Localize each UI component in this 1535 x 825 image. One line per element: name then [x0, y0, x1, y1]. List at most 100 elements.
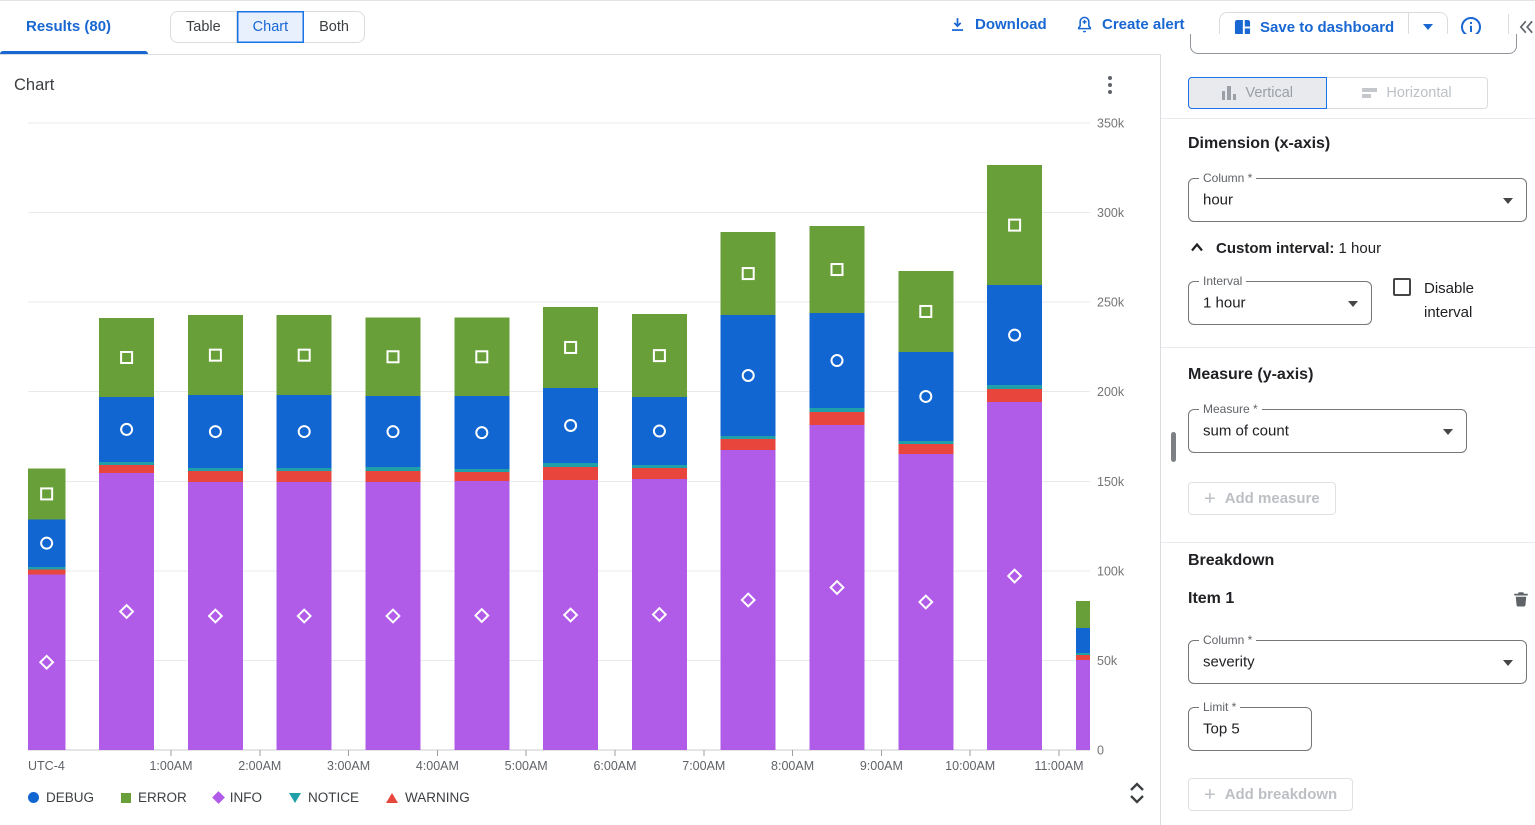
bar-segment-error[interactable] [454, 317, 509, 396]
bar-segment-debug[interactable] [99, 397, 154, 462]
bar-segment-notice[interactable] [366, 467, 421, 471]
breakdown-limit-label: Limit * [1199, 700, 1240, 714]
bar-segment-notice[interactable] [454, 469, 509, 472]
bar-segment-error[interactable] [898, 271, 953, 352]
bar-segment-warning[interactable] [99, 465, 154, 473]
bar-segment-warning[interactable] [721, 439, 776, 450]
bar-segment-error[interactable] [188, 315, 243, 395]
orientation-vertical-button[interactable]: Vertical [1188, 77, 1327, 109]
view-toggle-table[interactable]: Table [170, 11, 237, 43]
bar-segment-debug[interactable] [898, 352, 953, 441]
circle-legend-icon [28, 792, 39, 803]
legend-item-info[interactable]: INFO [214, 790, 262, 805]
legend-item-warning[interactable]: WARNING [386, 790, 470, 805]
breakdown-column-select[interactable]: Column * severity [1188, 640, 1527, 684]
bar-segment-error[interactable] [99, 318, 154, 397]
bar-segment-warning[interactable] [366, 471, 421, 482]
chart-type-field-clipped[interactable] [1190, 34, 1517, 54]
bar-segment-error[interactable] [987, 165, 1042, 285]
bar-segment-error[interactable] [366, 317, 421, 396]
bar-segment-notice[interactable] [898, 441, 953, 444]
bar-segment-info[interactable] [1076, 660, 1090, 750]
bar-segment-info[interactable] [366, 482, 421, 750]
bar-segment-notice[interactable] [632, 465, 687, 468]
breakdown-limit-field[interactable]: Limit * Top 5 [1188, 707, 1312, 751]
bar-segment-notice[interactable] [188, 468, 243, 471]
measure-select[interactable]: Measure * sum of count [1188, 409, 1467, 453]
breakdown-item-title: Item 1 [1188, 590, 1234, 608]
collapse-panel-icon[interactable] [1518, 15, 1535, 39]
bar-segment-info[interactable] [810, 425, 865, 750]
bar-segment-warning[interactable] [1076, 655, 1090, 660]
bar-segment-notice[interactable] [277, 468, 332, 471]
bar-segment-info[interactable] [454, 481, 509, 750]
bar-segment-notice[interactable] [28, 567, 65, 570]
bar-segment-info[interactable] [277, 482, 332, 750]
dashboard-icon [1234, 19, 1251, 36]
bar-segment-warning[interactable] [987, 389, 1042, 402]
bar-segment-info[interactable] [543, 480, 598, 750]
create-alert-button[interactable]: Create alert [1075, 15, 1185, 34]
bar-segment-error[interactable] [543, 307, 598, 388]
download-button[interactable]: Download [948, 15, 1047, 34]
bar-segment-debug[interactable] [28, 519, 65, 566]
orientation-horizontal-button[interactable]: Horizontal [1327, 77, 1488, 109]
bar-segment-info[interactable] [632, 479, 687, 750]
delete-trash-icon[interactable] [1512, 589, 1530, 609]
view-toggle-chart[interactable]: Chart [237, 11, 304, 43]
bar-segment-info[interactable] [721, 450, 776, 750]
bar-segment-debug[interactable] [810, 313, 865, 408]
bar-segment-warning[interactable] [188, 471, 243, 482]
bar-segment-info[interactable] [188, 482, 243, 750]
x-axis-label: 5:00AM [505, 759, 548, 773]
bar-segment-notice[interactable] [810, 408, 865, 412]
bar-segment-debug[interactable] [632, 397, 687, 465]
bar-segment-warning[interactable] [810, 412, 865, 425]
bar-segment-debug[interactable] [987, 285, 1042, 385]
bar-segment-warning[interactable] [28, 569, 65, 574]
resize-chart-unfold-icon[interactable] [1127, 781, 1147, 806]
bar-segment-notice[interactable] [987, 385, 1042, 389]
bar-segment-warning[interactable] [277, 471, 332, 482]
add-breakdown-button[interactable]: + Add breakdown [1188, 778, 1353, 811]
bar-segment-notice[interactable] [1076, 653, 1090, 655]
bar-segment-error[interactable] [277, 315, 332, 395]
y-axis-label: 100k [1097, 564, 1125, 578]
bar-segment-error[interactable] [28, 468, 65, 519]
bar-segment-warning[interactable] [898, 444, 953, 454]
bar-segment-debug[interactable] [277, 395, 332, 468]
bar-segment-notice[interactable] [721, 436, 776, 439]
bar-segment-info[interactable] [99, 473, 154, 750]
x-axis-label: 7:00AM [682, 759, 725, 773]
view-toggle-both[interactable]: Both [304, 11, 365, 43]
tab-results[interactable]: Results (80) [26, 18, 111, 35]
bar-segment-debug[interactable] [188, 395, 243, 468]
legend-item-notice[interactable]: NOTICE [289, 790, 359, 805]
bar-segment-debug[interactable] [366, 396, 421, 467]
bar-segment-error[interactable] [632, 314, 687, 397]
legend-item-debug[interactable]: DEBUG [28, 790, 94, 805]
bar-segment-debug[interactable] [1076, 628, 1090, 653]
bar-segment-debug[interactable] [543, 388, 598, 463]
add-measure-button[interactable]: + Add measure [1188, 482, 1336, 515]
bar-segment-info[interactable] [987, 402, 1042, 750]
custom-interval-row[interactable]: Custom interval: 1 hour [1188, 239, 1381, 257]
bar-segment-warning[interactable] [543, 467, 598, 480]
bar-segment-notice[interactable] [543, 463, 598, 467]
bar-segment-debug[interactable] [454, 396, 509, 469]
dimension-column-select[interactable]: Column * hour [1188, 178, 1527, 222]
bar-segment-warning[interactable] [632, 468, 687, 479]
disable-interval-checkbox[interactable] [1393, 278, 1411, 296]
bar-segment-debug[interactable] [721, 315, 776, 436]
bar-segment-error[interactable] [1076, 601, 1090, 628]
legend-label: DEBUG [46, 790, 94, 805]
legend-item-error[interactable]: ERROR [121, 790, 187, 805]
bar-segment-info[interactable] [898, 454, 953, 750]
bar-segment-notice[interactable] [99, 462, 154, 465]
panel-scrollbar-thumb[interactable] [1171, 432, 1176, 462]
bar-segment-error[interactable] [810, 226, 865, 313]
bar-segment-error[interactable] [721, 232, 776, 315]
bar-segment-info[interactable] [28, 574, 65, 750]
interval-select[interactable]: Interval 1 hour [1188, 281, 1372, 325]
bar-segment-warning[interactable] [454, 472, 509, 481]
